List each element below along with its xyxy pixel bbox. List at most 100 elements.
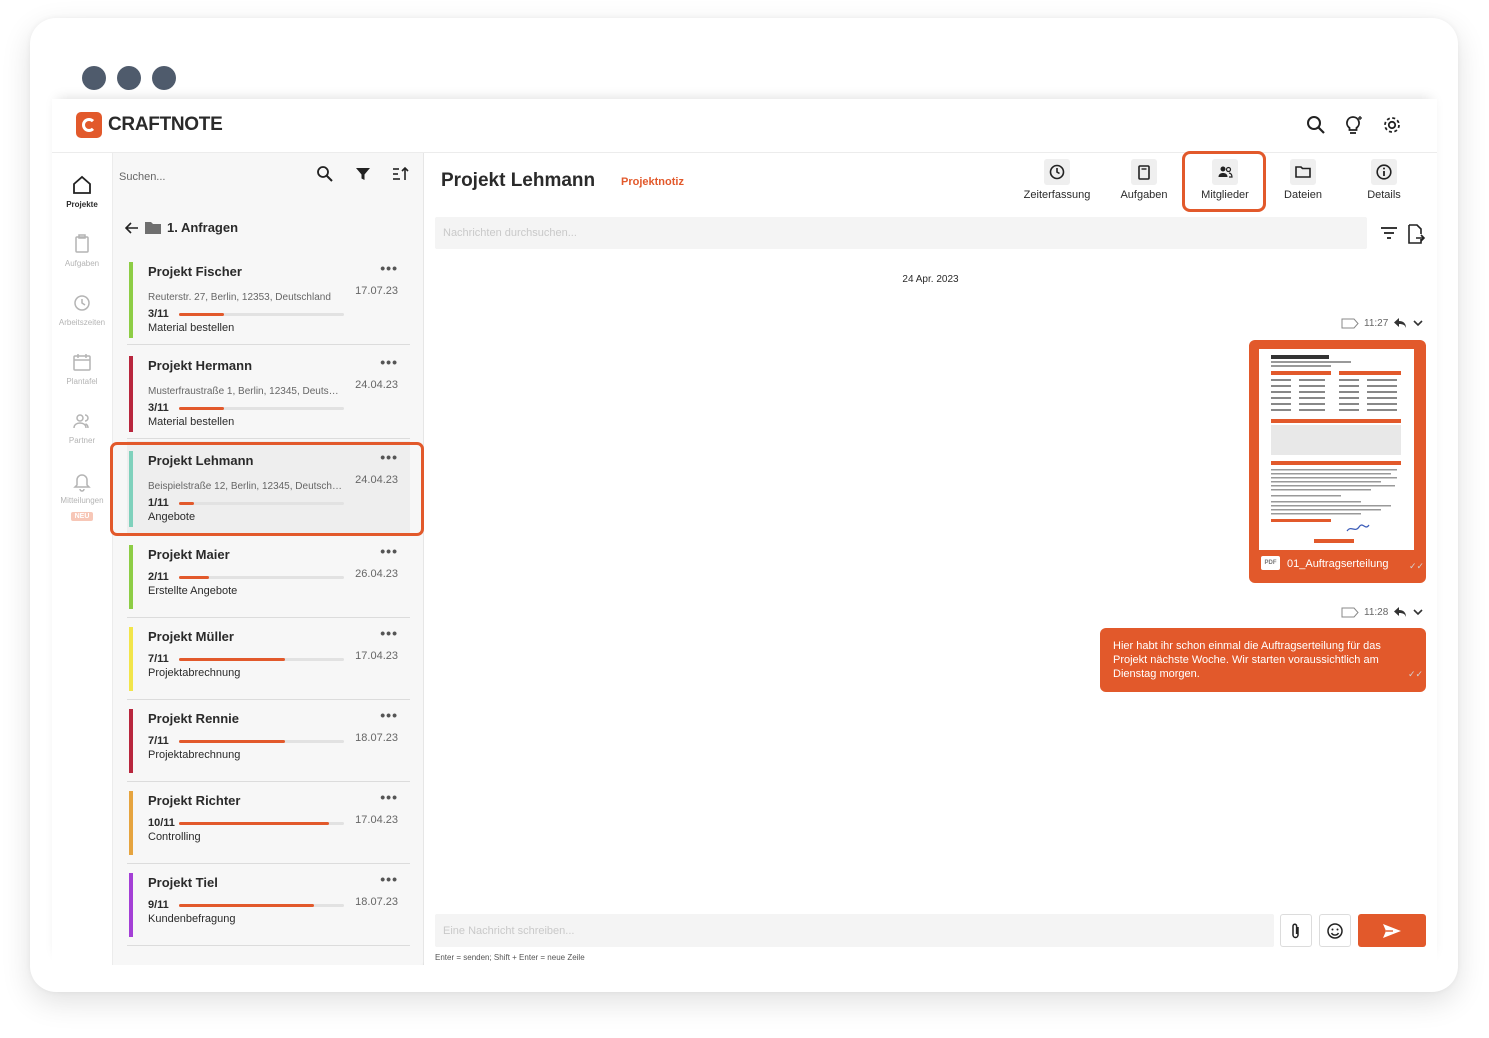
- back-arrow-icon[interactable]: [125, 221, 139, 235]
- project-card[interactable]: Projekt Fischer ••• 17.07.23 Reuterstr. 27,…: [127, 252, 410, 345]
- nav-label: Aufgaben: [64, 259, 100, 268]
- gear-icon[interactable]: [1380, 113, 1404, 137]
- nav-item-partner[interactable]: Partner: [52, 409, 112, 445]
- project-subtitle: Projektnotiz: [621, 176, 684, 188]
- window-dot: [82, 66, 106, 90]
- project-color-bar: [129, 356, 133, 432]
- project-card[interactable]: Projekt Richter ••• 17.04.23 10/11 Controlli…: [127, 781, 410, 864]
- emoji-button[interactable]: [1319, 914, 1351, 947]
- more-options-icon[interactable]: •••: [380, 625, 398, 641]
- chevron-down-icon[interactable]: [1412, 318, 1424, 328]
- nav-item-projekte[interactable]: Projekte: [52, 173, 112, 209]
- filter-lines-icon[interactable]: [1379, 224, 1399, 247]
- task-count: 9/11: [148, 899, 169, 911]
- project-date: 18.07.23: [355, 896, 398, 908]
- bell-icon: [70, 469, 94, 493]
- project-date: 17.04.23: [355, 814, 398, 826]
- breadcrumb[interactable]: 1. Anfragen: [125, 220, 238, 235]
- folder-icon: [1290, 159, 1316, 185]
- tab-label: Aufgaben: [1120, 189, 1168, 201]
- paperclip-icon: [1292, 922, 1299, 938]
- more-options-icon[interactable]: •••: [380, 789, 398, 805]
- mitglieder-tab-highlight: [1182, 151, 1266, 212]
- message-search-input[interactable]: Nachrichten durchsuchen...: [435, 217, 1367, 249]
- chevron-down-icon[interactable]: [1412, 607, 1424, 617]
- project-card[interactable]: Projekt Hermann ••• 24.04.23 Musterfraustra…: [127, 346, 410, 439]
- progress-fill: [179, 658, 285, 661]
- project-card[interactable]: Projekt Müller ••• 17.04.23 7/11 Projektabre…: [127, 617, 410, 700]
- nav-label: Projekte: [66, 200, 98, 209]
- people-icon: [70, 409, 94, 433]
- nav-item-aufgaben[interactable]: Aufgaben: [52, 232, 112, 268]
- tab-zeiterfassung[interactable]: Zeiterfassung: [1020, 159, 1094, 207]
- project-title: Projekt Maier: [148, 547, 230, 562]
- project-color-bar: [129, 627, 133, 691]
- task-count: 3/11: [148, 308, 169, 320]
- project-date: 17.07.23: [355, 285, 398, 297]
- nav-item-mitteilungen[interactable]: Mitteilungen NEU: [52, 469, 112, 523]
- pdf-preview[interactable]: [1259, 349, 1414, 550]
- project-title: Projekt Rennie: [148, 711, 240, 726]
- project-status: Controlling: [148, 831, 201, 843]
- project-date: 26.04.23: [355, 568, 398, 580]
- search-icon[interactable]: [316, 165, 336, 185]
- reply-icon[interactable]: [1393, 317, 1407, 329]
- progress-fill: [179, 313, 224, 316]
- project-title: Projekt Müller: [148, 629, 234, 644]
- export-file-icon[interactable]: [1406, 223, 1426, 250]
- message-time: 11:27: [1364, 317, 1389, 329]
- reply-icon[interactable]: [1393, 606, 1407, 618]
- nav-item-plantafel[interactable]: Plantafel: [52, 350, 112, 386]
- text-message[interactable]: Hier habt ihr schon einmal die Auftragse…: [1100, 628, 1426, 692]
- project-address: Reuterstr. 27, Berlin, 12353, Deutschlan…: [148, 292, 331, 303]
- project-color-bar: [129, 545, 133, 609]
- attach-button[interactable]: [1280, 914, 1312, 947]
- top-bar: CRAFTNOTE: [52, 99, 1437, 153]
- send-icon: [1383, 923, 1401, 938]
- clipboard-icon: [70, 232, 94, 256]
- window-dot: [152, 66, 176, 90]
- project-card[interactable]: Projekt Rennie ••• 18.07.23 7/11 Projektabre…: [127, 699, 410, 782]
- filter-icon[interactable]: [354, 165, 374, 185]
- project-search-input[interactable]: Suchen...: [119, 171, 165, 183]
- progress-bar: [179, 576, 344, 579]
- project-card[interactable]: Projekt Maier ••• 26.04.23 2/11 Erstellte An…: [127, 535, 410, 618]
- progress-fill: [179, 576, 209, 579]
- smiley-icon: [1327, 922, 1343, 939]
- project-card[interactable]: Projekt Tiel ••• 18.07.23 9/11 Kundenbefragu…: [127, 863, 410, 946]
- project-title: Projekt Hermann: [148, 358, 253, 373]
- sort-icon[interactable]: [391, 165, 411, 185]
- project-status: Erstellte Angebote: [148, 585, 238, 597]
- more-options-icon[interactable]: •••: [380, 543, 398, 559]
- message-input[interactable]: Eine Nachricht schreiben...: [435, 914, 1274, 947]
- selected-project-highlight: [110, 442, 424, 536]
- progress-fill: [179, 407, 224, 410]
- clock-icon: [1044, 159, 1070, 185]
- file-message[interactable]: PDF 01_Auftragserteilung ✓✓: [1249, 340, 1426, 583]
- message-search-placeholder: Nachrichten durchsuchen...: [443, 227, 577, 239]
- tab-aufgaben[interactable]: Aufgaben: [1116, 159, 1172, 207]
- more-options-icon[interactable]: •••: [380, 707, 398, 723]
- task-count: 10/11: [148, 817, 175, 829]
- tab-details[interactable]: Details: [1361, 159, 1407, 207]
- project-date: 24.04.23: [355, 379, 398, 391]
- read-check-icon: ✓✓: [1408, 669, 1424, 679]
- nav-label: Mitteilungen: [60, 496, 104, 505]
- project-date: 18.07.23: [355, 732, 398, 744]
- more-options-icon[interactable]: •••: [380, 871, 398, 887]
- project-color-bar: [129, 262, 133, 338]
- project-title: Projekt Tiel: [148, 875, 218, 890]
- more-options-icon[interactable]: •••: [380, 260, 398, 276]
- file-name: 01_Auftragserteilung: [1287, 558, 1389, 570]
- nav-item-arbeitszeiten[interactable]: Arbeitszeiten: [52, 291, 112, 327]
- search-icon[interactable]: [1304, 113, 1328, 137]
- craftnote-logo-icon: [76, 112, 102, 138]
- tab-dateien[interactable]: Dateien: [1280, 159, 1326, 207]
- task-count: 7/11: [148, 735, 169, 747]
- project-list-panel: Suchen... 1. Anfragen Projekt Fischer •••…: [113, 153, 461, 965]
- progress-bar: [179, 313, 344, 316]
- clock-icon: [70, 291, 94, 315]
- send-button[interactable]: [1358, 914, 1426, 947]
- lightbulb-icon[interactable]: [1342, 113, 1366, 137]
- more-options-icon[interactable]: •••: [380, 354, 398, 370]
